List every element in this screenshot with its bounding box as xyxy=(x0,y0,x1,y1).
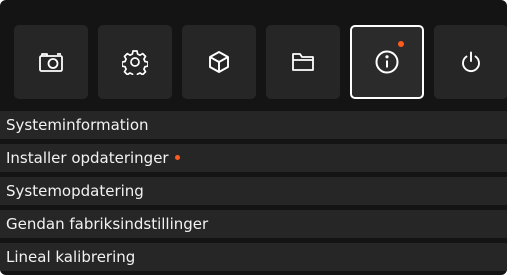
menu-item-install-updates[interactable]: Installer opdateringer xyxy=(0,144,507,172)
camera-button[interactable] xyxy=(14,25,88,99)
settings-button[interactable] xyxy=(98,25,172,99)
cube-icon xyxy=(209,51,229,73)
info-icon xyxy=(375,50,399,74)
files-button[interactable] xyxy=(266,25,340,99)
menu-item-label: Lineal kalibrering xyxy=(6,248,136,266)
menu-item-ruler-calibration[interactable]: Lineal kalibrering xyxy=(0,243,507,271)
menu-item-label: Installer opdateringer xyxy=(6,149,169,167)
gear-icon xyxy=(122,50,148,75)
power-icon xyxy=(462,51,480,73)
power-button[interactable] xyxy=(434,25,507,99)
menu-item-factory-reset[interactable]: Gendan fabriksindstillinger xyxy=(0,210,507,238)
model-button[interactable] xyxy=(182,25,256,99)
info-button[interactable] xyxy=(350,25,424,99)
menu-item-label: Gendan fabriksindstillinger xyxy=(6,215,209,233)
notification-dot-icon xyxy=(398,41,404,47)
settings-panel: Systeminformation Installer opdateringer… xyxy=(0,0,507,275)
menu-item-system-update[interactable]: Systemopdatering xyxy=(0,177,507,205)
folder-icon xyxy=(292,53,314,71)
camera-icon xyxy=(39,53,63,72)
menu-item-label: Systeminformation xyxy=(6,116,149,134)
menu-item-label: Systemopdatering xyxy=(6,182,144,200)
notification-dot-icon xyxy=(174,155,180,160)
toolbar xyxy=(14,25,507,99)
menu-item-system-information[interactable]: Systeminformation xyxy=(0,111,507,139)
